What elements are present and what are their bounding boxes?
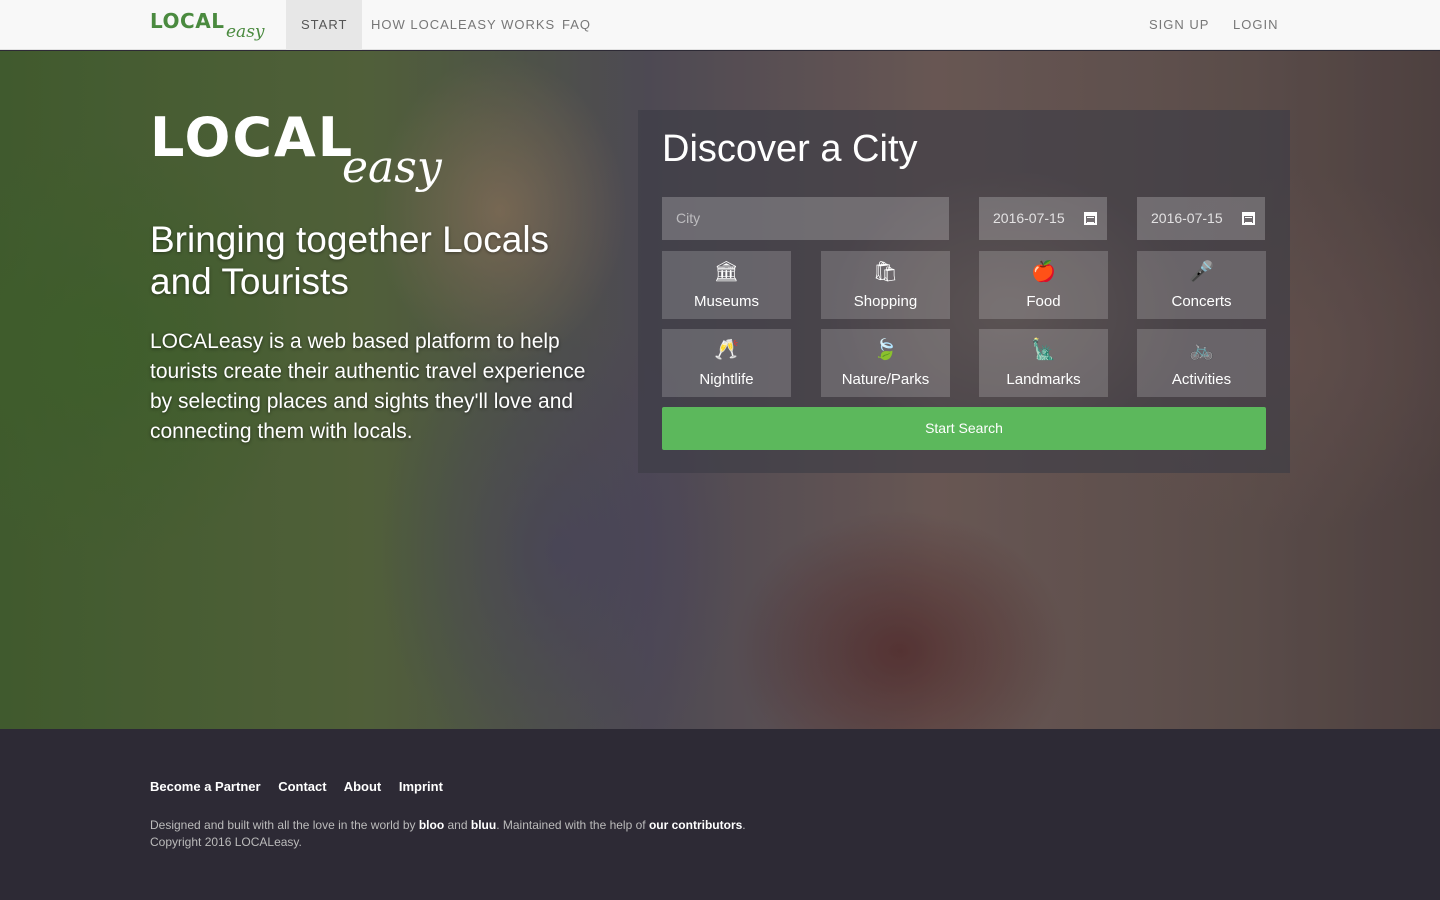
leaf-icon: 🍃: [873, 337, 898, 361]
nav-logo-script: easy: [226, 22, 265, 42]
nav-link-faq[interactable]: FAQ: [547, 0, 606, 50]
landmark-icon: 🗽: [1031, 337, 1056, 361]
calendar-icon[interactable]: [1242, 212, 1255, 225]
category-label: Concerts: [1171, 293, 1232, 310]
nav-link-start[interactable]: START: [286, 0, 363, 50]
category-concerts[interactable]: 🎤 Concerts: [1137, 251, 1266, 319]
hero-logo: LOCAL easy: [150, 106, 460, 201]
category-food[interactable]: 🍎 Food: [979, 251, 1108, 319]
date-to-input[interactable]: 2016-07-15: [1137, 197, 1265, 240]
footer-link-about[interactable]: About: [344, 779, 382, 794]
date-from-input[interactable]: 2016-07-15: [979, 197, 1107, 240]
nightlife-icon: 🥂: [714, 337, 739, 361]
hero-logo-main: LOCAL: [150, 106, 355, 169]
hero-logo-script: easy: [342, 142, 442, 193]
nav-link-how-it-works[interactable]: HOW LOCALEASY WORKS: [356, 0, 570, 50]
footer-links: Become a Partner Contact About Imprint: [150, 779, 457, 794]
date-from-value: 2016-07-15: [993, 210, 1065, 226]
shopping-bag-icon: 🛍: [872, 259, 899, 283]
category-label: Shopping: [853, 293, 918, 310]
category-nature-parks[interactable]: 🍃 Nature/Parks: [821, 329, 950, 397]
museum-icon: 🏛: [713, 259, 740, 283]
city-input[interactable]: City: [662, 197, 949, 240]
footer: Become a Partner Contact About Imprint D…: [0, 729, 1440, 900]
search-panel: Discover a City City 2016-07-15 2016-07-…: [638, 110, 1290, 473]
footer-credits: Designed and built with all the love in …: [150, 817, 746, 851]
hero-description: LOCALeasy is a web based platform to hel…: [150, 330, 586, 443]
category-label: Nature/Parks: [841, 371, 930, 388]
credit-middle: . Maintained with the help of: [496, 818, 649, 832]
credit-link-bloo[interactable]: bloo: [419, 818, 444, 832]
nav-logo-main: LOCAL: [150, 9, 225, 33]
footer-link-imprint[interactable]: Imprint: [399, 779, 443, 794]
category-activities[interactable]: 🚲 Activities: [1137, 329, 1266, 397]
category-label: Food: [1026, 293, 1061, 310]
bicycle-icon: 🚲: [1189, 337, 1214, 361]
hero-section: LOCAL easy Bringing together Locals and …: [0, 51, 1440, 729]
category-landmarks[interactable]: 🗽 Landmarks: [979, 329, 1108, 397]
food-icon: 🍎: [1031, 259, 1056, 283]
footer-link-contact[interactable]: Contact: [278, 779, 326, 794]
category-label: Nightlife: [699, 371, 754, 388]
concert-icon: 🎤: [1189, 259, 1214, 283]
category-label: Museums: [693, 293, 760, 310]
credit-end: .: [742, 818, 746, 832]
top-navbar: LOCAL easy START HOW LOCALEASY WORKS FAQ…: [0, 0, 1440, 50]
category-shopping[interactable]: 🛍 Shopping: [821, 251, 950, 319]
footer-link-become-partner[interactable]: Become a Partner: [150, 779, 261, 794]
calendar-icon[interactable]: [1084, 212, 1097, 225]
category-museums[interactable]: 🏛 Museums: [662, 251, 791, 319]
category-label: Activities: [1171, 371, 1232, 388]
credit-prefix: Designed and built with all the love in …: [150, 818, 419, 832]
credit-link-bluu[interactable]: bluu: [471, 818, 496, 832]
nav-link-login[interactable]: LOGIN: [1218, 0, 1293, 50]
start-search-button[interactable]: Start Search: [662, 407, 1266, 450]
search-panel-title: Discover a City: [662, 128, 918, 170]
credit-and: and: [444, 818, 471, 832]
nav-logo[interactable]: LOCAL easy: [148, 4, 278, 46]
category-nightlife[interactable]: 🥂 Nightlife: [662, 329, 791, 397]
date-to-value: 2016-07-15: [1151, 210, 1223, 226]
hero-title: Bringing together Locals and Tourists: [150, 219, 550, 302]
nav-link-sign-up[interactable]: SIGN UP: [1134, 0, 1224, 50]
copyright-text: Copyright 2016 LOCALeasy.: [150, 835, 302, 849]
credit-link-contributors[interactable]: our contributors: [649, 818, 742, 832]
category-label: Landmarks: [1006, 371, 1081, 388]
